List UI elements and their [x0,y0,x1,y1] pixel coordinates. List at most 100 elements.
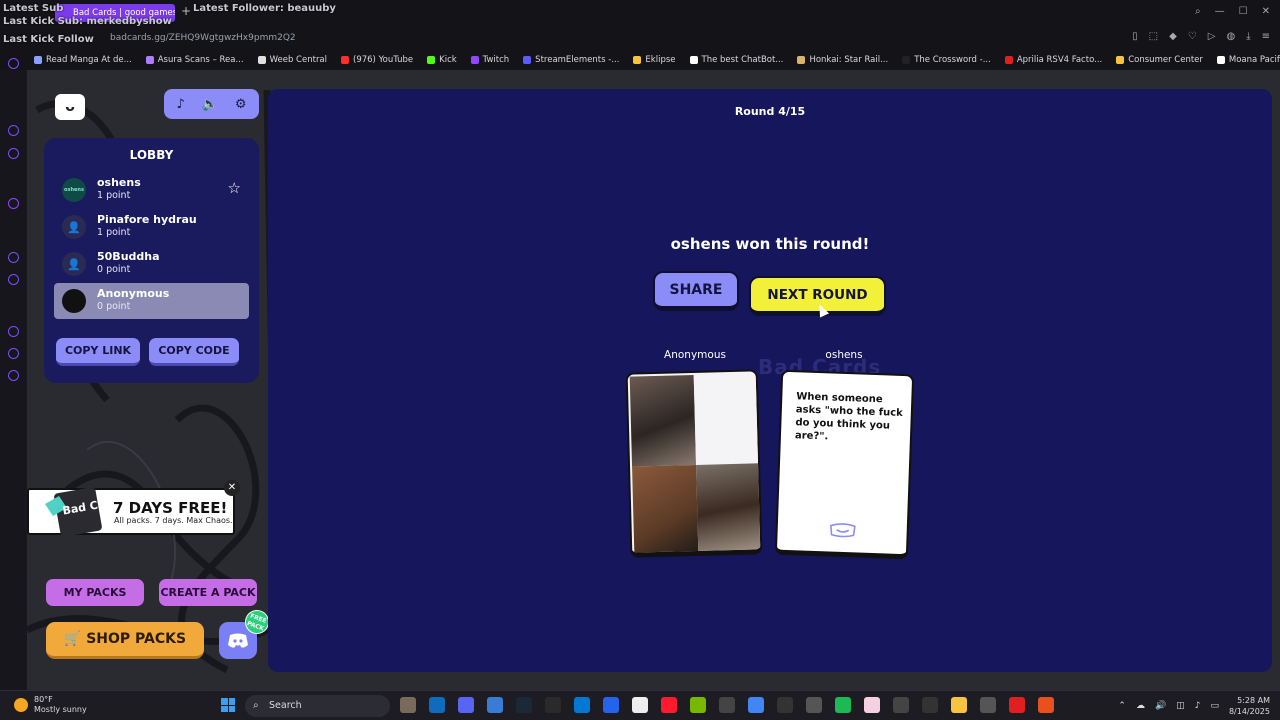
taskview-icon[interactable] [400,697,416,713]
windows-start-icon[interactable] [221,698,235,712]
player-name: Pinafore hydrau [97,213,197,226]
chevron-up-icon[interactable]: ⌃ [1118,701,1126,711]
bookmark-item[interactable]: (976) YouTube [341,55,413,65]
shop-packs-button[interactable]: 🛒 SHOP PACKS [46,622,204,659]
sidebar-app-icon[interactable] [8,274,19,285]
bookmark-item[interactable]: Read Manga At de... [34,55,132,65]
taskbar-apps [400,697,1054,713]
app-icon[interactable] [864,697,880,713]
bookmark-label: Honkai: Star Rail... [809,55,889,65]
gear-icon[interactable]: ⚙ [235,97,247,112]
menu-icon[interactable]: ≡ [1262,31,1270,42]
steam-icon[interactable] [516,697,532,713]
create-pack-button[interactable]: CREATE A PACK [159,579,257,606]
app-icon[interactable] [1038,697,1054,713]
bookmark-item[interactable]: Twitch [470,55,509,65]
heart-icon[interactable]: ♡ [1188,31,1197,42]
battery-icon[interactable]: ▭ [1210,701,1219,711]
app-icon[interactable] [893,697,909,713]
clock[interactable]: 5:28 AM 8/14/2025 [1229,695,1270,717]
sidebar-app-icon[interactable] [8,348,19,359]
close-icon[interactable]: ✕ [224,480,240,496]
new-tab-icon[interactable]: + [181,4,191,18]
image-answer-card[interactable] [625,369,763,558]
last-kick-follow-label: Last Kick Follow [3,34,94,45]
spotify-icon[interactable] [835,697,851,713]
bookmark-favicon-icon [689,56,698,64]
my-packs-button[interactable]: MY PACKS [46,579,144,606]
copy-code-button[interactable]: COPY CODE [149,338,239,366]
toolbar-icons: ▯ ⬚ ◆ ♡ ▷ ◍ ⤓ ≡ [1132,31,1270,42]
app-icon[interactable] [603,697,619,713]
opera-icon[interactable] [661,697,677,713]
photos-icon[interactable] [487,697,503,713]
app-icon[interactable] [574,697,590,713]
weather-widget[interactable]: 80°F Mostly sunny [14,695,87,715]
bookmark-item[interactable]: StreamElements -... [523,55,619,65]
bookmark-item[interactable]: Asura Scans – Rea... [145,55,244,65]
bookmark-item[interactable]: Moana Pacific #I-... [1216,55,1280,65]
latest-sub-label: Latest Sub [3,3,64,14]
download-icon[interactable]: ⤓ [1246,31,1250,42]
close-window-icon[interactable]: ✕ [1262,6,1270,17]
sidebar-app-icon[interactable] [8,125,19,136]
play-icon[interactable]: ▷ [1208,31,1216,42]
oshens-avatar-icon: oshens [62,178,86,202]
copy-link-button[interactable]: COPY LINK [56,338,140,366]
time: 5:28 AM [1237,696,1270,705]
maximize-icon[interactable]: ☐ [1239,6,1248,17]
card-photo [696,463,763,555]
audio-controls: ♪ 🔈 ⚙ [164,89,259,119]
bookmark-item[interactable]: Aprilia RSV4 Facto... [1004,55,1102,65]
bookmark-item[interactable]: Kick [427,55,457,65]
sidebar-app-icon[interactable] [8,58,19,69]
cloud-icon[interactable]: ☁ [1136,701,1145,711]
app-icon[interactable] [777,697,793,713]
share-button[interactable]: SHARE [653,271,739,311]
app-icon[interactable] [719,697,735,713]
network-icon[interactable]: ◫ [1176,701,1185,711]
player-row-current: Anonymous 0 point [54,283,249,319]
user-icon: 👤 [62,215,86,239]
sidebar-app-icon[interactable] [8,326,19,337]
notepad-icon[interactable] [632,697,648,713]
screenshot-icon[interactable]: ⬚ [1149,31,1158,42]
bookmark-item[interactable]: Weeb Central [257,55,327,65]
outlook-icon[interactable] [429,697,445,713]
bookmark-icon[interactable]: ▯ [1132,31,1138,42]
taskbar-search[interactable]: ⌕ Search [245,695,390,717]
bookmark-item[interactable]: The best ChatBot... [689,55,783,65]
extension-icon[interactable]: ◆ [1169,31,1177,42]
bookmark-label: StreamElements -... [535,55,620,65]
url-field[interactable]: badcards.gg/ZEHQ9WgtgwzHx9pmm2Q2 [110,33,296,43]
sidebar-settings-icon[interactable] [8,370,19,381]
volume-icon[interactable]: 🔈 [202,97,218,112]
bookmark-item[interactable]: Consumer Center [1116,55,1203,65]
bad-cards-logo[interactable]: ᴗ [55,94,85,120]
music-icon[interactable]: ♪ [176,97,184,112]
prompt-card[interactable]: When someone asks "who the fuck do you t… [774,369,915,560]
profile-icon[interactable]: ◍ [1226,31,1235,42]
chrome-icon[interactable] [748,697,764,713]
sidebar-app-icon[interactable] [8,252,19,263]
volume-tray-icon[interactable]: 🔊 [1155,701,1166,711]
app-icon[interactable] [806,697,822,713]
epic-icon[interactable] [545,697,561,713]
app-icon[interactable] [980,697,996,713]
app-icon[interactable] [922,697,938,713]
app-icon[interactable] [1009,697,1025,713]
promo-title: 7 DAYS FREE! [113,499,228,517]
minimize-icon[interactable]: — [1215,6,1225,17]
promo-banner[interactable]: Bad Cards 7 DAYS FREE! All packs. 7 days… [27,487,235,537]
file-explorer-icon[interactable] [951,697,967,713]
star-icon[interactable]: ☆ [228,179,241,197]
sidebar-twitch-icon[interactable] [8,198,19,209]
nvidia-icon[interactable] [690,697,706,713]
bookmark-item[interactable]: Honkai: Star Rail... [797,55,888,65]
bookmark-item[interactable]: Eklipse [633,55,676,65]
sidebar-app-icon[interactable] [8,148,19,159]
discord-taskbar-icon[interactable] [458,697,474,713]
bookmark-item[interactable]: The Crossword -... [902,55,991,65]
speaker-icon[interactable]: ♪ [1195,701,1201,711]
search-tabs-icon[interactable]: ⌕ [1195,6,1201,17]
